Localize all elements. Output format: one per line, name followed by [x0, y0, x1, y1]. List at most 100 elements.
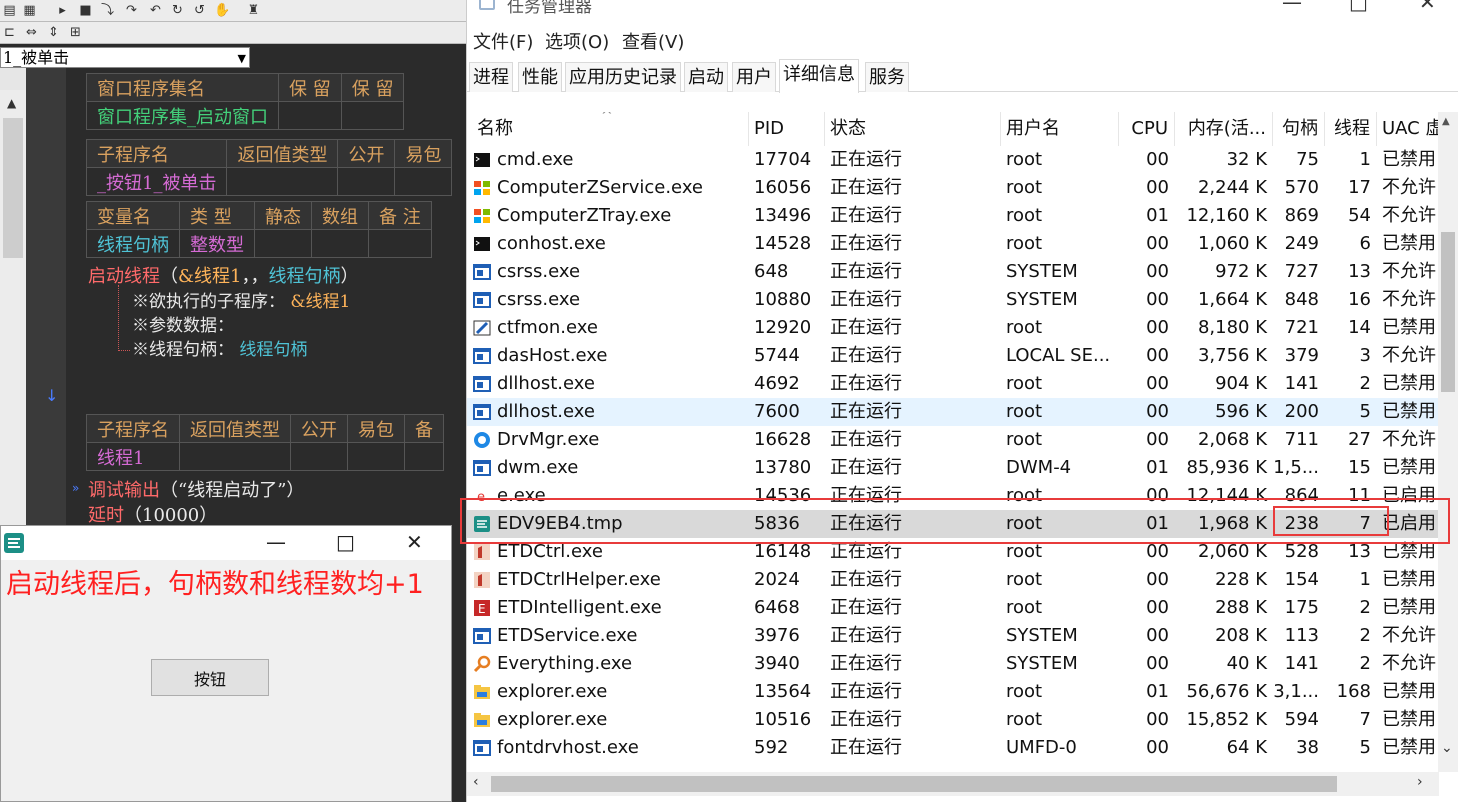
table-row[interactable]: csrss.exe 10880 正在运行 SYSTEM 00 1,664 K 848 16 不允… [467, 286, 1439, 314]
hand-icon[interactable]: ✋ [214, 3, 230, 18]
minimize-button[interactable]: — [266, 530, 286, 554]
chevron-down-icon[interactable]: ▼ [238, 49, 246, 68]
table-row[interactable]: DrvMgr.exe 16628 正在运行 root 00 2,068 K 711 27 不允许 [467, 426, 1439, 454]
cell-status: 正在运行 [830, 681, 902, 702]
table-row[interactable]: conhost.exe 14528 正在运行 root 00 1,060 K 249 6 已禁用 [467, 230, 1439, 258]
code-line-debug-output[interactable]: 调试输出（“线程启动了”） [88, 476, 304, 502]
table-row[interactable]: csrss.exe 648 正在运行 SYSTEM 00 972 K 727 13 不允许 [467, 258, 1439, 286]
step-out-icon[interactable]: ↶ [148, 3, 163, 18]
table-row[interactable]: explorer.exe 13564 正在运行 root 01 56,676 K 3,1..… [467, 678, 1439, 706]
cell-status: 正在运行 [830, 373, 902, 394]
menu-view[interactable]: 查看(V) [622, 28, 684, 54]
subroutine-combo[interactable]: 1_被单击 ▼ [0, 47, 250, 68]
table-row[interactable]: ETDCtrlHelper.exe 2024 正在运行 root 00 228 K 154 1… [467, 566, 1439, 594]
cell-name: explorer.exe [497, 709, 608, 730]
column-header-pid[interactable]: PID [749, 112, 825, 146]
menu-bar: 文件(F) 选项(O) 查看(V) [467, 28, 1458, 54]
cell-status: 正在运行 [830, 653, 902, 674]
column-header-threads[interactable]: 线程 [1325, 112, 1377, 146]
table-row[interactable]: dllhost.exe 7600 正在运行 root 00 596 K 200 5 已禁用 [467, 398, 1439, 426]
tab-services[interactable]: 服务 [865, 62, 909, 92]
table-header: 备 注 [368, 201, 432, 230]
maximize-button[interactable]: □ [336, 530, 355, 554]
column-header-uac[interactable]: UAC 虚 [1377, 112, 1439, 146]
horizontal-scrollbar[interactable]: ‹ › [467, 772, 1439, 796]
run-to-cursor-icon[interactable]: ↻ [170, 3, 185, 18]
align-icon[interactable]: ⊏ [2, 25, 17, 40]
tab-performance[interactable]: 性能 [518, 62, 562, 92]
process-details-table: 名称 ^ PID 状态 用户名 CPU 内存(活... 句柄 线程 UAC 虚 … [467, 112, 1439, 772]
menu-file[interactable]: 文件(F) [473, 28, 533, 54]
scroll-right-icon[interactable]: › [1417, 774, 1423, 790]
step-icon[interactable]: ↺ [192, 3, 207, 18]
table-row[interactable]: dasHost.exe 5744 正在运行 LOCAL SE... 00 3,756 K 3… [467, 342, 1439, 370]
table-row[interactable]: ctfmon.exe 12920 正在运行 root 00 8,180 K 721 14 已禁用 [467, 314, 1439, 342]
scroll-up-icon[interactable]: ▲ [7, 96, 16, 110]
menu-options[interactable]: 选项(O) [545, 28, 609, 54]
vertical-scrollbar[interactable]: ▲ ⌄ [1438, 112, 1458, 772]
code-param-3: ※线程句柄： 线程句柄 [132, 335, 307, 360]
h-spacing-icon[interactable]: ⇔ [24, 25, 39, 40]
scroll-up-icon[interactable]: ▲ [1442, 116, 1450, 127]
folder-icon [474, 713, 490, 727]
table-row[interactable]: explorer.exe 10516 正在运行 root 00 15,852 K 594 7 已… [467, 706, 1439, 734]
tab-users[interactable]: 用户 [732, 62, 776, 92]
variable-type[interactable]: 整数型 [179, 229, 255, 258]
find-icon[interactable]: ♜ [246, 3, 261, 18]
table-row[interactable]: ComputerZService.exe 16056 正在运行 root 00 2,244… [467, 174, 1439, 202]
subroutine-name[interactable]: _按钮1_被单击 [85, 167, 228, 196]
table-header: 保 留 [278, 73, 342, 102]
tab-details[interactable]: 详细信息 [779, 59, 859, 93]
cell-status: 正在运行 [830, 261, 902, 282]
app-button[interactable]: 按钮 [151, 659, 269, 696]
close-button[interactable]: ✕ [406, 530, 423, 554]
scroll-left-icon[interactable]: ‹ [473, 774, 479, 790]
stop-icon[interactable]: ■ [78, 3, 93, 18]
table-header: 易包 [347, 414, 405, 443]
grid-layout-icon[interactable]: ▦ [22, 3, 37, 18]
cell-pid: 2024 [754, 569, 800, 590]
close-button[interactable]: ✕ [1419, 0, 1436, 14]
table-row[interactable]: fontdrvhost.exe 592 正在运行 UMFD-0 00 64 K 38 5 已禁用 [467, 734, 1439, 762]
cell-mem: 40 K [1226, 653, 1267, 674]
ide-vertical-scrollbar[interactable]: ▲ [0, 90, 26, 530]
column-header-user[interactable]: 用户名 [1001, 112, 1119, 146]
scroll-down-icon[interactable]: ⌄ [1441, 740, 1453, 756]
grid-icon[interactable]: ⊞ [68, 25, 83, 40]
app-titlebar[interactable]: — □ ✕ [1, 526, 451, 560]
run-icon[interactable]: ▸ [55, 3, 70, 18]
tm-titlebar[interactable]: 任务管理器 — □ ✕ [467, 0, 1458, 24]
column-header-handles[interactable]: 句柄 [1273, 112, 1325, 146]
vertical-scroll-thumb[interactable] [1441, 232, 1455, 392]
table-row[interactable]: ETDService.exe 3976 正在运行 SYSTEM 00 208 K 113 2 不… [467, 622, 1439, 650]
code-line-delay[interactable]: 延时（10000） [88, 501, 217, 527]
column-header-memory[interactable]: 内存(活... [1175, 112, 1273, 146]
step-over-icon[interactable]: ↷ [124, 3, 139, 18]
table-row[interactable]: cmd.exe 17704 正在运行 root 00 32 K 75 1 已禁用 [467, 146, 1439, 174]
table-row[interactable]: dwm.exe 13780 正在运行 DWM-4 01 85,936 K 1,5... 15 已… [467, 454, 1439, 482]
ide-scroll-thumb[interactable] [3, 118, 23, 258]
cell-handles: 3,1... [1273, 681, 1319, 702]
subroutine-name[interactable]: 线程1 [86, 442, 180, 471]
horizontal-scroll-thumb[interactable] [491, 776, 1337, 792]
code-param-1: ※欲执行的子程序： &线程1 [132, 287, 350, 312]
variable-name[interactable]: 线程句柄 [86, 229, 180, 258]
step-into-icon[interactable]: ⤵ [100, 3, 115, 18]
table-row[interactable]: dllhost.exe 4692 正在运行 root 00 904 K 141 2 已禁用 [467, 370, 1439, 398]
window-layout-icon[interactable]: ▤ [2, 3, 17, 18]
tab-startup[interactable]: 启动 [684, 62, 728, 92]
code-arg: （“线程启动了”） [160, 480, 305, 501]
assembly-name[interactable]: 窗口程序集_启动窗口 [86, 101, 279, 130]
table-row[interactable]: E ETDIntelligent.exe 6468 正在运行 root 00 288 K 17… [467, 594, 1439, 622]
arrow-down-icon: ↓ [45, 386, 59, 405]
minimize-button[interactable]: — [1282, 0, 1302, 14]
table-row[interactable]: ComputerZTray.exe 13496 正在运行 root 01 12,160 K… [467, 202, 1439, 230]
column-header-cpu[interactable]: CPU [1119, 112, 1175, 146]
table-row[interactable]: Everything.exe 3940 正在运行 SYSTEM 00 40 K 141 2 不允… [467, 650, 1439, 678]
v-spacing-icon[interactable]: ⇕ [46, 25, 61, 40]
tab-app-history[interactable]: 应用历史记录 [565, 62, 681, 92]
tab-processes[interactable]: 进程 [469, 62, 513, 92]
maximize-button[interactable]: □ [1349, 0, 1368, 14]
column-header-status[interactable]: 状态 [825, 112, 1001, 146]
cell-cpu: 00 [1146, 401, 1169, 422]
